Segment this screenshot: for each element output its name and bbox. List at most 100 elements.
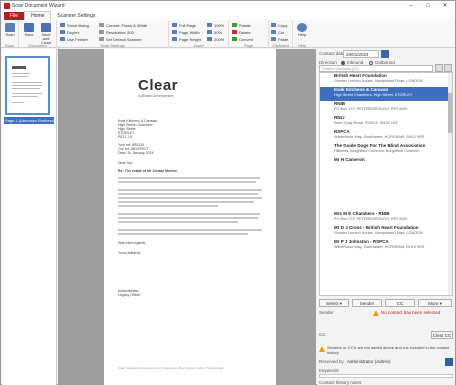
- thumbnail-pane: Page 1 (Unknown Redirector): [2, 49, 57, 385]
- help-button[interactable]: Help: [294, 22, 310, 42]
- search-icon[interactable]: [435, 64, 443, 72]
- search-contacts-input[interactable]: Search contacts (23): [319, 65, 433, 72]
- page-width-button[interactable]: Page Width: [172, 29, 200, 35]
- warning-icon: [373, 310, 379, 316]
- list-item[interactable]: RSPCA Wilberforce Way, Southwater, HORSHA…: [320, 129, 452, 143]
- body-text: [118, 229, 262, 231]
- paste-icon: [271, 37, 276, 41]
- filter-icon[interactable]: [444, 64, 452, 72]
- duplex-checkbox[interactable]: Duplex: [60, 29, 79, 35]
- thumb-line: [12, 88, 40, 89]
- delete-button[interactable]: Delete: [232, 29, 251, 35]
- list-item[interactable]: RNLI West Quay Road, POOLE, BH15 1HZ: [320, 115, 452, 129]
- thumb-line: [12, 82, 42, 83]
- cut-button[interactable]: Cut: [271, 29, 284, 35]
- zoom-icon: [207, 30, 212, 34]
- body-text: [118, 217, 258, 219]
- sender-warning: No contact has been selected: [381, 310, 441, 315]
- letterhead-subtitle: Software Development: [138, 94, 174, 98]
- save-icon: [24, 23, 34, 32]
- color-mode-select[interactable]: Current: Flows & White: [99, 22, 147, 28]
- show-dialog-checkbox[interactable]: Show dialog: [60, 22, 89, 28]
- page-thumbnail[interactable]: [5, 56, 50, 115]
- thumb-line: [12, 102, 24, 103]
- thumb-line: [12, 93, 42, 94]
- copy-icon: [271, 23, 276, 27]
- body-text: [118, 205, 218, 207]
- minimize-button[interactable]: –: [403, 1, 419, 11]
- list-item[interactable]: Mr H Cameron: [320, 157, 452, 171]
- checkbox-icon: [60, 30, 65, 34]
- app-icon: [4, 3, 10, 9]
- close-button[interactable]: ✕: [437, 1, 453, 11]
- resolution-select[interactable]: Resolution: 200: [99, 29, 134, 35]
- list-item[interactable]: British Heart Foundation Greater London H…: [320, 73, 452, 87]
- keywords-field[interactable]: [319, 374, 453, 378]
- scrollbar-thumb[interactable]: [448, 93, 452, 133]
- convert-icon: [232, 37, 237, 41]
- letter-subject: Re: The estate of Mr Jordan Morton: [118, 169, 177, 173]
- zoom-icon: [207, 23, 212, 27]
- warning-icon: [319, 346, 325, 352]
- use-feeder-checkbox[interactable]: Use Feeder: [60, 36, 88, 42]
- cut-icon: [271, 30, 276, 34]
- save-close-button[interactable]: Save and Close: [38, 22, 54, 45]
- more-button[interactable]: More ▾: [418, 299, 452, 307]
- list-item[interactable]: Mrs M E Chambers - RNIB PO Box 173, PETER…: [320, 211, 452, 225]
- set-default-scanner-button[interactable]: Set Default Scanner: [99, 36, 142, 42]
- keywords-label: Keywords: [319, 368, 339, 373]
- page-height-icon: [172, 37, 177, 41]
- zoom-200-button[interactable]: 200%: [207, 36, 224, 42]
- list-item[interactable]: Mr P J Johnston - RSPCA Wilberforce Way, …: [320, 239, 452, 253]
- zoom-100-button[interactable]: 100%: [207, 22, 224, 28]
- maximize-button[interactable]: □: [420, 1, 436, 11]
- thumb-line: [12, 85, 42, 86]
- tab-scanner-settings[interactable]: Scanner Settings: [51, 12, 101, 20]
- list-item[interactable]: Kwik Kitchens & Caravan High Street Chamb…: [320, 87, 452, 101]
- color-icon: [99, 23, 104, 27]
- body-text: [118, 193, 258, 195]
- body-text: [118, 181, 256, 183]
- body-text: [118, 201, 254, 203]
- ribbon-group-scan: Scan Scan: [1, 20, 19, 48]
- contact-date-field[interactable]: 29/01/2024: [343, 50, 379, 58]
- cc-warning-text: Senders or CC's are not added above and …: [327, 345, 450, 355]
- contact-list[interactable]: British Heart Foundation Greater London H…: [319, 72, 453, 296]
- tab-file[interactable]: File: [4, 11, 25, 20]
- save-button[interactable]: Save: [21, 22, 37, 42]
- save-close-icon: [41, 23, 51, 32]
- ribbon-group-page: Rotate Delete Convert Page: [229, 20, 269, 48]
- clear-cc-button[interactable]: Clear CC: [431, 331, 453, 339]
- full-page-button[interactable]: Full Page: [172, 22, 196, 28]
- contact-details-pane: Contact date 29/01/2024 Direction Inboun…: [317, 49, 455, 385]
- list-item[interactable]: The Guide Dogs For The Blind Association…: [320, 143, 452, 157]
- zoom-50-button[interactable]: 50%: [207, 29, 222, 35]
- cc-button[interactable]: CC: [385, 299, 415, 307]
- tab-home[interactable]: Home: [24, 11, 52, 20]
- page-height-button[interactable]: Page Height: [172, 36, 201, 42]
- sender-button[interactable]: Sender: [352, 299, 382, 307]
- ribbon-group-clipboard: Copy Cut Paste Clipboard: [269, 20, 293, 48]
- sender-label: Sender: [319, 310, 334, 315]
- document-viewer[interactable]: Clear Software Development Kwik Kitchens…: [58, 49, 316, 385]
- ribbon-group-document: Save Save and Close Document: [19, 20, 57, 48]
- ribbon: Scan Scan Save Save and Close Document S…: [1, 20, 455, 48]
- paste-button[interactable]: Paste: [271, 36, 288, 42]
- signature-title: Legacy Officer: [118, 293, 141, 297]
- copy-button[interactable]: Copy: [271, 22, 287, 28]
- rotate-button[interactable]: Rotate: [232, 22, 251, 28]
- calendar-icon[interactable]: [381, 50, 389, 58]
- thumb-line: [12, 76, 28, 77]
- select-button[interactable]: Select ▾: [319, 299, 349, 307]
- menu-bar: File Home Scanner Settings: [1, 11, 455, 20]
- ribbon-group-scan-settings: Show dialog Duplex Use Feeder Current: F…: [57, 20, 169, 48]
- received-by-dropdown-icon[interactable]: [445, 358, 453, 366]
- letter-footer: Clear Software Development Ltd, register…: [118, 366, 225, 370]
- list-item[interactable]: Mr D J Cross - British Heart Foundation G…: [320, 225, 452, 239]
- scan-button[interactable]: Scan: [2, 22, 18, 42]
- contact-list-scrollbar[interactable]: [448, 73, 452, 295]
- address-line: PE11 7JL: [118, 135, 133, 139]
- list-item[interactable]: RNIB PO Box 173, PETERBOROUGH, PE2 6WS: [320, 101, 452, 115]
- convert-button[interactable]: Convert: [232, 36, 253, 42]
- closing-line: Yours faithfully: [118, 251, 141, 255]
